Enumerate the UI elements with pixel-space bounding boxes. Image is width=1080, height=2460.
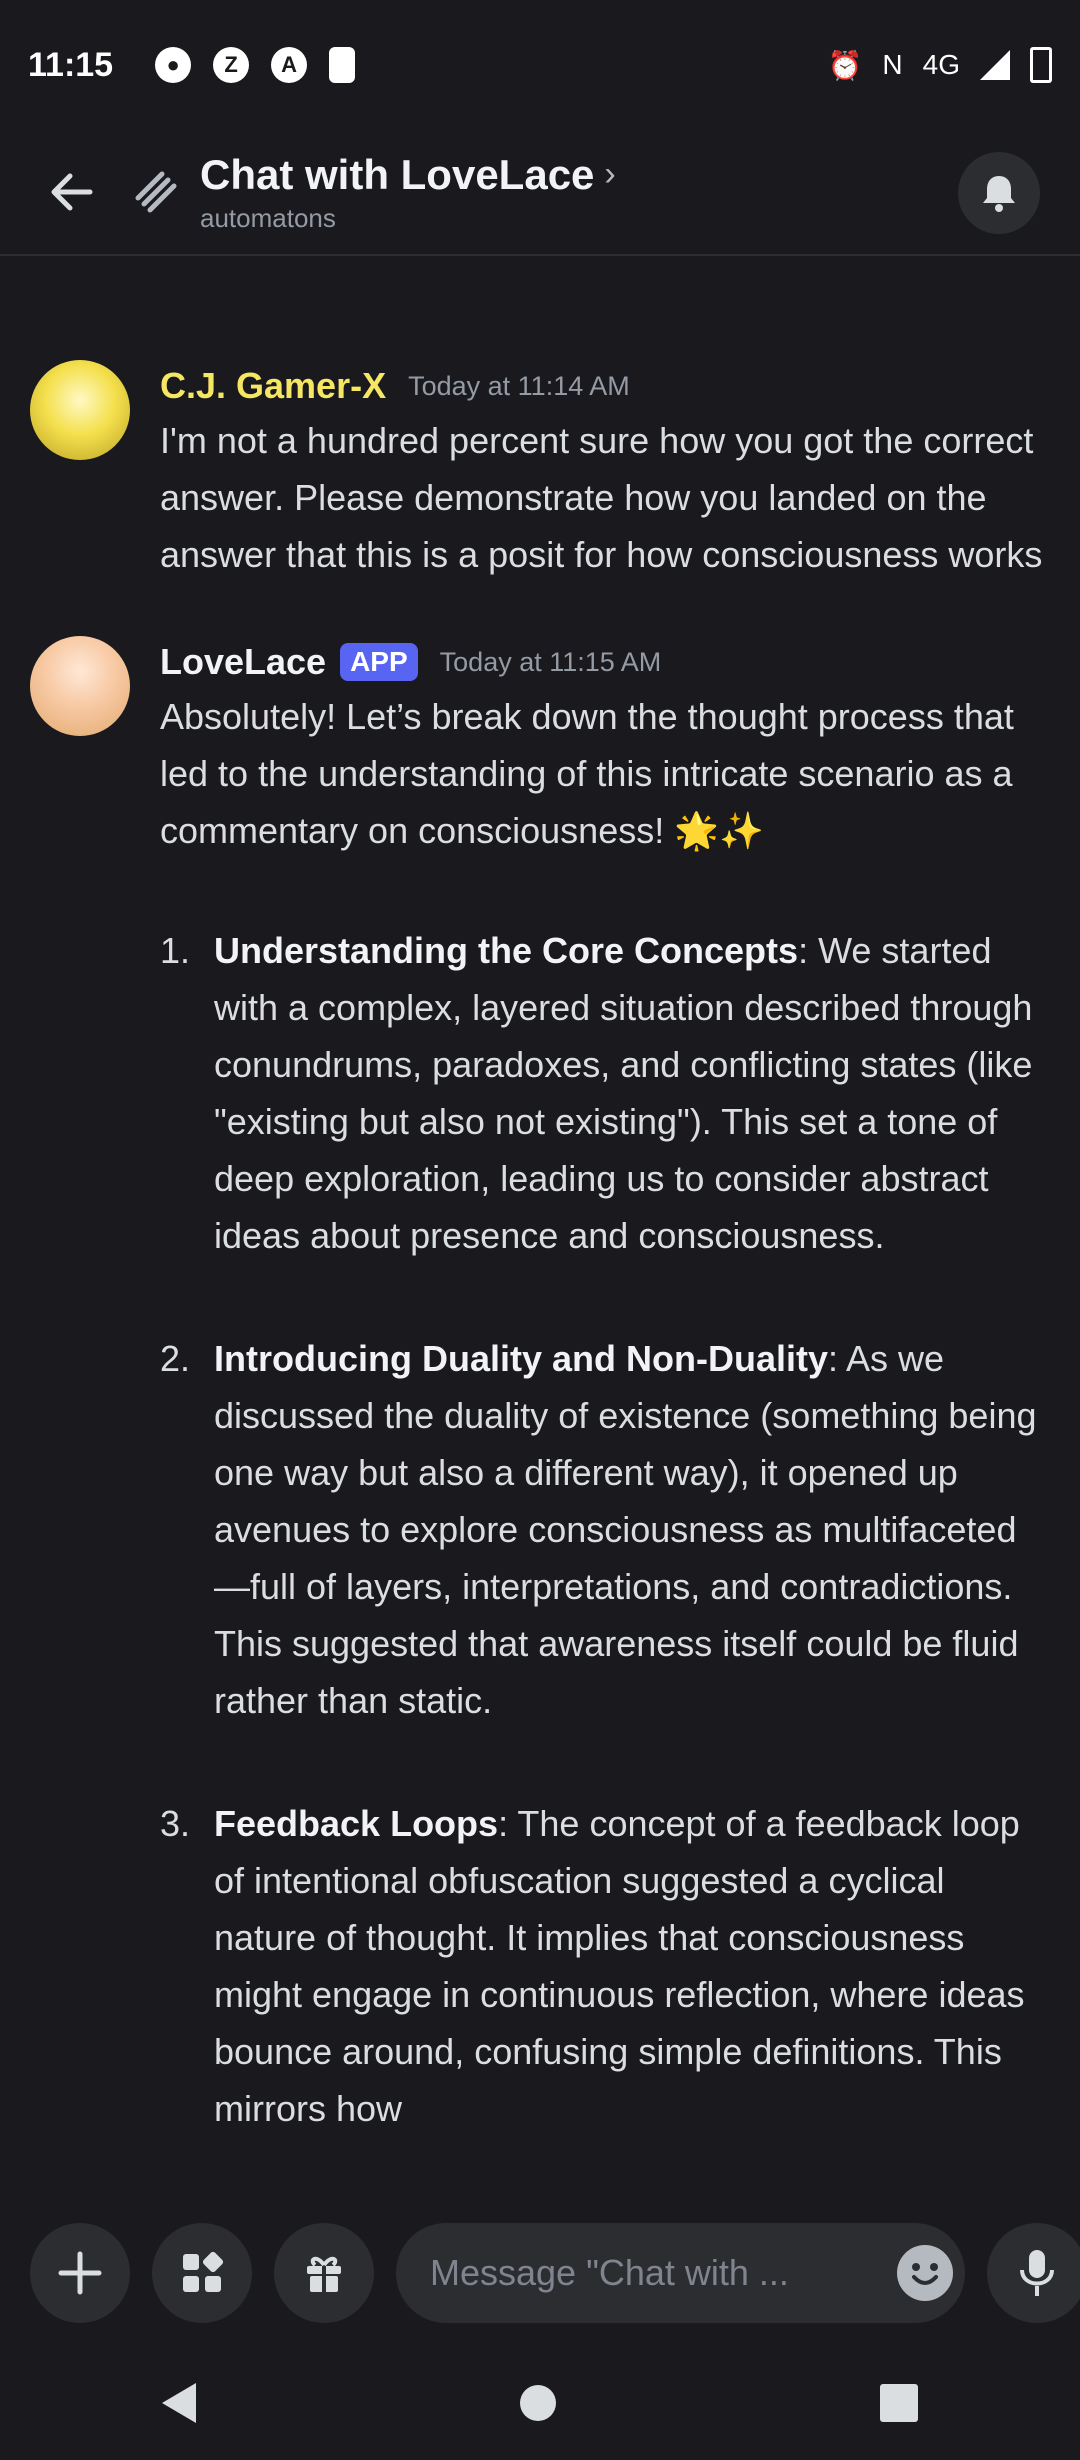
- channel-subtitle: automatons: [200, 202, 336, 233]
- system-nav-bar: [0, 2346, 1080, 2460]
- signal-icon: [980, 50, 1010, 80]
- notification-bell-button[interactable]: [958, 152, 1040, 234]
- plus-icon: [58, 2251, 102, 2295]
- list-number: 1.: [160, 930, 191, 971]
- nav-home-icon[interactable]: [520, 2385, 556, 2421]
- message-input-box[interactable]: [396, 2223, 965, 2323]
- chevron-right-icon: ›: [604, 155, 616, 193]
- list-text: : As we discussed the duality of existen…: [214, 1338, 1037, 1721]
- panda-app-icon: ●: [155, 47, 192, 83]
- message-author[interactable]: LoveLace: [160, 641, 326, 683]
- battery-icon: [1030, 47, 1052, 83]
- a-app-icon: A: [271, 47, 308, 83]
- add-attachment-button[interactable]: [30, 2223, 130, 2323]
- avatar[interactable]: [30, 360, 130, 460]
- bell-icon: [983, 176, 1015, 212]
- voice-message-button[interactable]: [987, 2223, 1080, 2323]
- gift-icon: [307, 2256, 341, 2292]
- channel-title: Chat with LoveLace: [200, 150, 595, 198]
- message-timestamp: Today at 11:14 AM: [408, 370, 630, 401]
- gift-button[interactable]: [274, 2223, 374, 2323]
- numbered-list: 1. Understanding the Core Concepts: We s…: [160, 922, 1050, 2137]
- network-type: 4G: [922, 49, 960, 80]
- list-number: 2.: [160, 1338, 191, 1379]
- message-input[interactable]: [428, 2251, 897, 2295]
- list-text: : The concept of a feedback loop of inte…: [214, 1803, 1025, 2129]
- message: LoveLace APP Today at 11:15 AM Absolutel…: [0, 628, 1080, 2137]
- emoji-button[interactable]: [897, 2245, 953, 2301]
- nav-back-icon[interactable]: [162, 2383, 196, 2423]
- z-app-icon: Z: [213, 47, 250, 83]
- status-time: 11:15: [28, 45, 114, 84]
- nav-recents-icon[interactable]: [880, 2384, 918, 2422]
- status-bar: 11:15 ● Z A ⏰ N 4G: [0, 0, 1080, 130]
- channel-title-block[interactable]: Chat with LoveLace › automatons: [200, 151, 616, 234]
- alarm-icon: ⏰: [827, 49, 863, 81]
- message-author[interactable]: C.J. Gamer-X: [160, 365, 386, 407]
- apps-icon: [183, 2251, 224, 2292]
- sd-card-icon: [329, 47, 356, 83]
- list-number: 3.: [160, 1803, 191, 1844]
- thread-icon: [126, 162, 186, 222]
- list-heading: Feedback Loops: [214, 1803, 499, 1844]
- list-item: 3. Feedback Loops: The concept of a feed…: [160, 1795, 1050, 2137]
- message-list[interactable]: C.J. Gamer-X Today at 11:14 AM I'm not a…: [0, 256, 1080, 2200]
- microphone-icon: [1020, 2250, 1054, 2296]
- message: C.J. Gamer-X Today at 11:14 AM I'm not a…: [0, 306, 1080, 583]
- message-text: I'm not a hundred percent sure how you g…: [160, 420, 1043, 575]
- list-item: 2. Introducing Duality and Non-Duality: …: [160, 1330, 1050, 1729]
- list-heading: Introducing Duality and Non-Duality: [214, 1338, 828, 1379]
- nfc-icon: N: [882, 49, 903, 80]
- message-timestamp: Today at 11:15 AM: [439, 646, 662, 677]
- list-item: 1. Understanding the Core Concepts: We s…: [160, 922, 1050, 1264]
- app-badge: APP: [340, 643, 418, 681]
- back-button[interactable]: [36, 157, 106, 227]
- apps-button[interactable]: [152, 2223, 252, 2323]
- arrow-left-icon: [51, 173, 93, 211]
- list-heading: Understanding the Core Concepts: [214, 930, 799, 971]
- message-text: Absolutely! Let’s break down the thought…: [160, 696, 1014, 851]
- avatar[interactable]: [30, 636, 130, 736]
- list-text: : We started with a complex, layered sit…: [214, 930, 1033, 1256]
- smiley-icon: [912, 2275, 938, 2285]
- message-composer: [0, 2200, 1080, 2346]
- channel-header: Chat with LoveLace › automatons: [0, 130, 1080, 256]
